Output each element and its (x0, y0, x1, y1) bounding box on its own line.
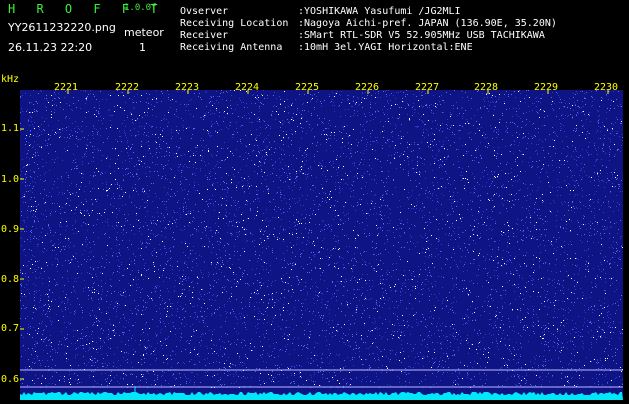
spectrogram-background (20, 90, 623, 400)
observer-label: Ovserver (180, 6, 229, 17)
timestamp: 26.11.23 22:20 (8, 41, 93, 54)
antenna-value: :10mH 3el.YAGI Horizontal:ENE (298, 42, 473, 53)
location-value: :Nagoya Aichi-pref. JAPAN (136.90E, 35.2… (298, 18, 557, 29)
y-tick-label: 1.1 (1, 123, 20, 134)
meteor-count-label: meteor (124, 26, 164, 39)
receiver-label: Receiver (180, 30, 229, 41)
receiver-value: :SMart RTL-SDR V5 52.905MHz USB TACHIKAW… (298, 30, 545, 41)
y-tick-label: 0.6 (1, 374, 20, 385)
y-tick-label: 0.7 (1, 323, 20, 334)
spectrogram-canvas (20, 90, 623, 400)
y-tick-label: 1.0 (1, 174, 20, 185)
meteor-count-value: 1 (139, 41, 146, 54)
header-bar: H R O F F T 1.0.0f YY2611232220.png 26.1… (0, 0, 629, 75)
y-tick-label: 0.9 (1, 224, 20, 235)
y-axis-unit: kHz (1, 74, 20, 85)
location-label: Receiving Location (180, 18, 289, 29)
observer-value: :YOSHIKAWA Yasufumi /JG2MLI (298, 6, 461, 17)
file-name: YY2611232220.png (8, 21, 116, 34)
y-tick-label: 0.8 (1, 274, 20, 285)
spectrogram-panel (20, 90, 623, 400)
antenna-label: Receiving Antenna (180, 42, 283, 53)
app-version: 1.0.0f (124, 3, 157, 13)
